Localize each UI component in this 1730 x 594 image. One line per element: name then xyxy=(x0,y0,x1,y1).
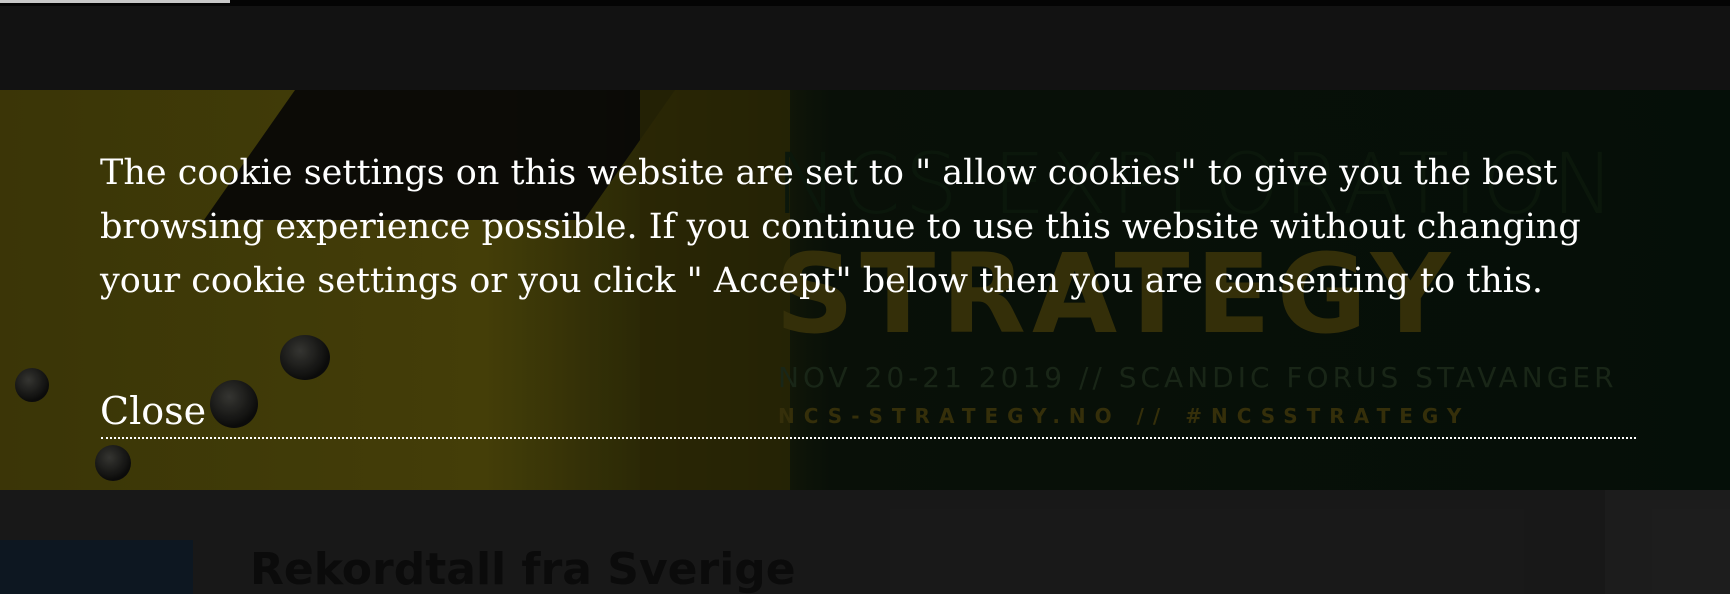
close-button[interactable]: Close xyxy=(100,388,206,434)
close-link-underline xyxy=(101,437,1636,439)
page: NCS EXPLORATION STRATEGY NOV 20-21 2019 … xyxy=(0,0,1730,594)
cookie-notice-message: The cookie settings on this website are … xyxy=(100,153,1581,301)
cookie-notice-overlay: The cookie settings on this website are … xyxy=(0,0,1730,594)
